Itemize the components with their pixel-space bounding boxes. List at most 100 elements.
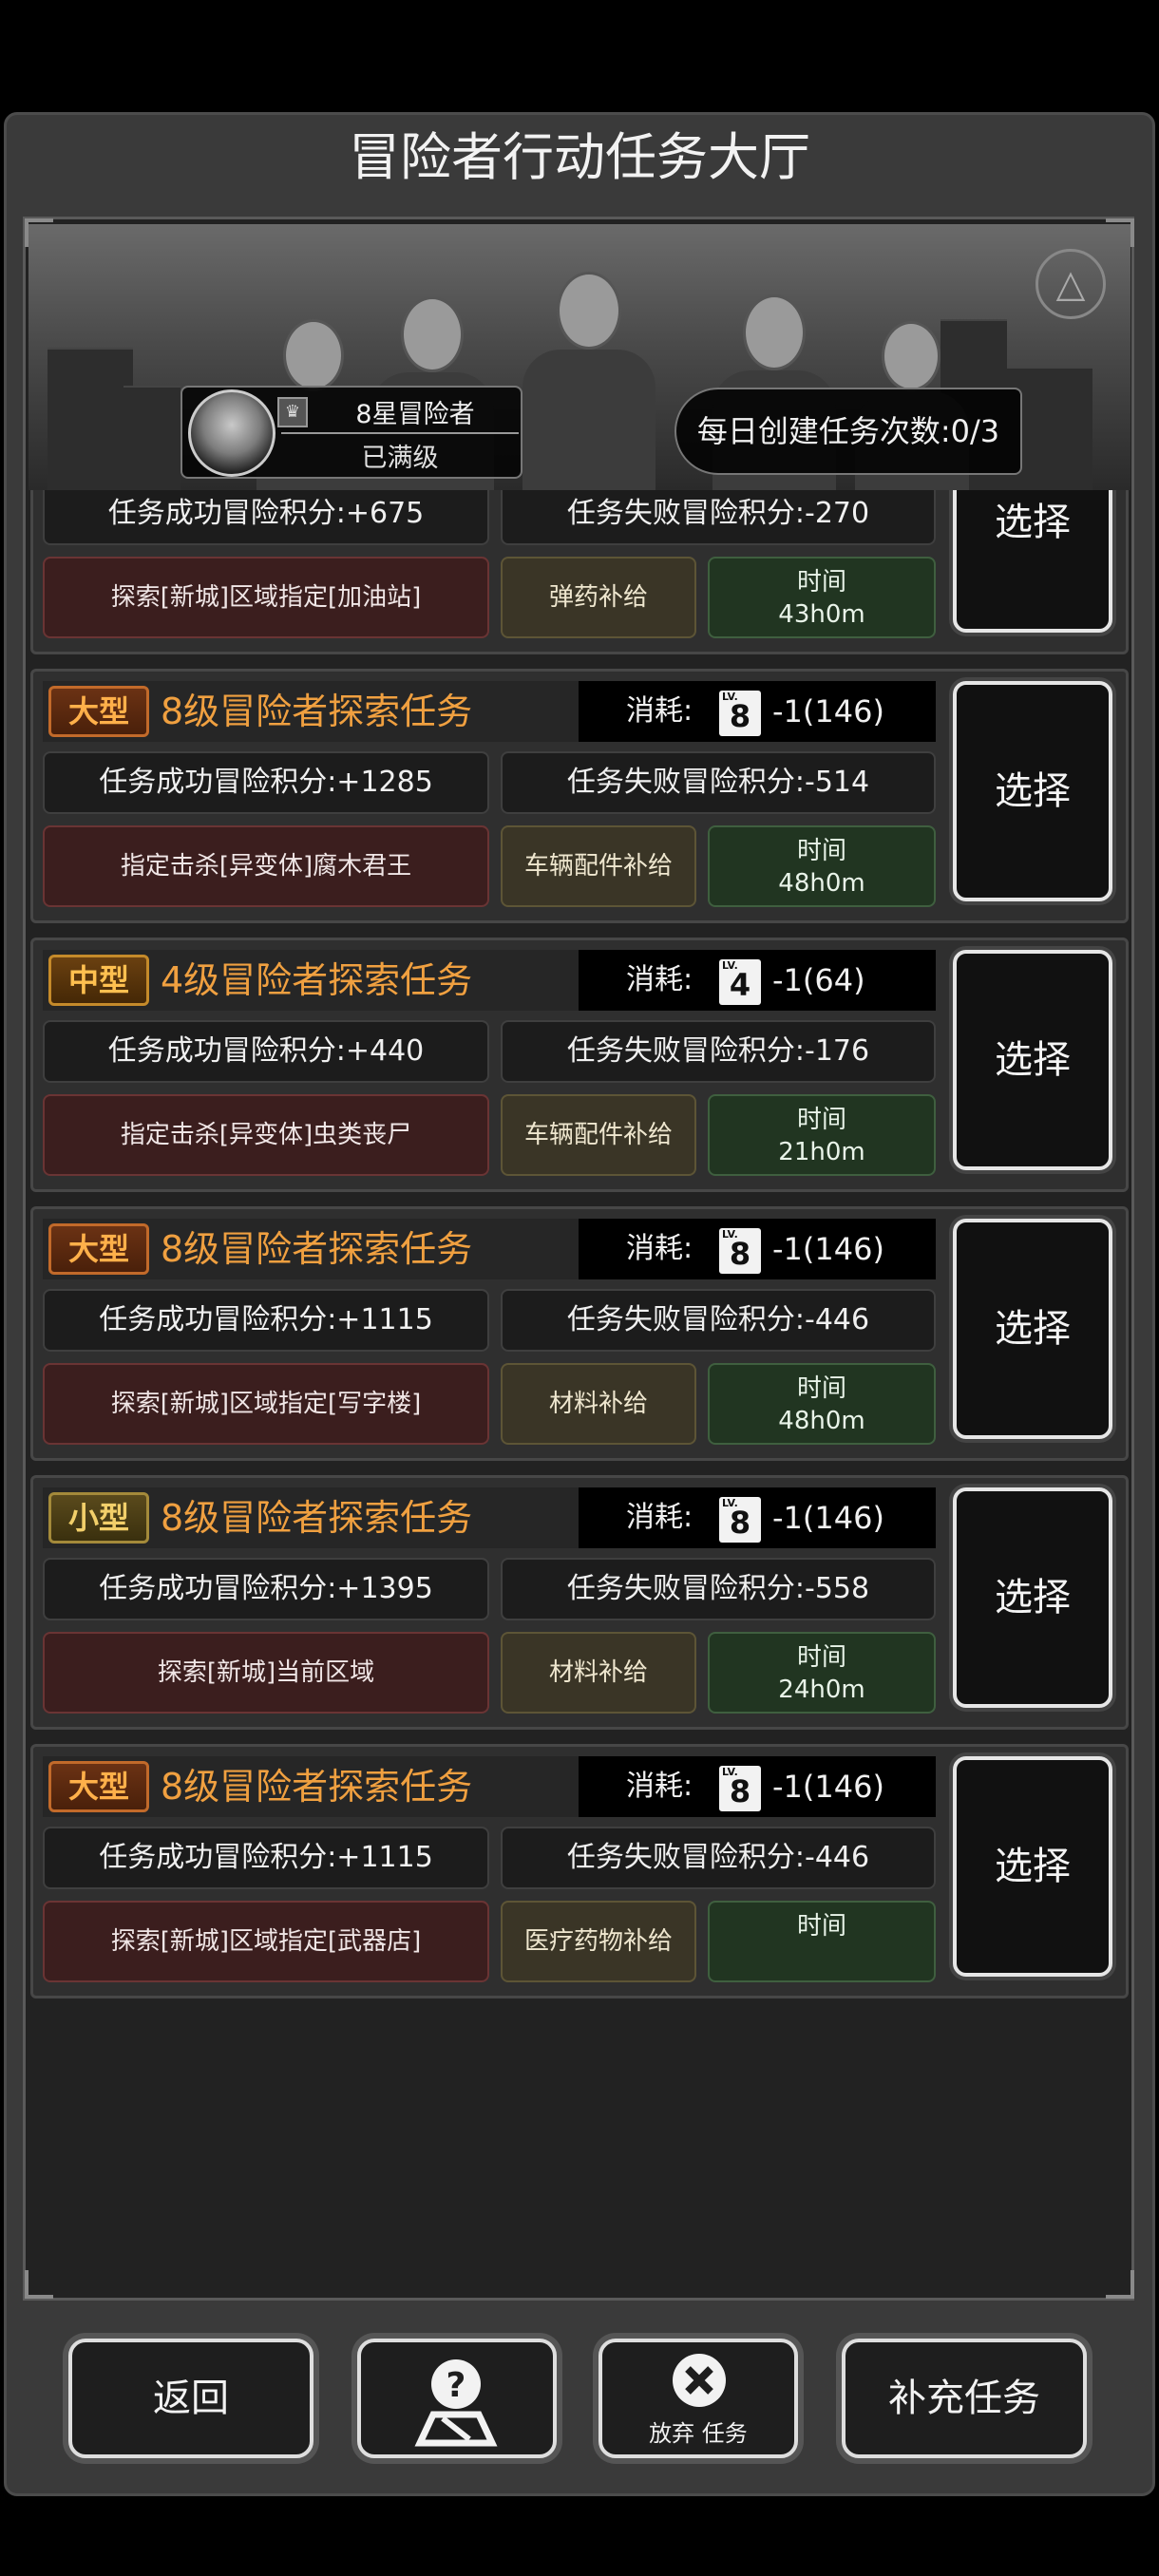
page-title: 冒险者行动任务大厅 (349, 127, 810, 187)
cost-label: 消耗: (626, 963, 694, 996)
svg-text:?: ? (446, 2366, 466, 2405)
task-description: 探索[新城]区域指定[加油站] (43, 557, 489, 638)
supply-type: 车辆配件补给 (501, 825, 696, 907)
task-duration: 时间 24h0m (708, 1632, 936, 1714)
task-description: 指定击杀[异变体]虫类丧尸 (43, 1094, 489, 1176)
task-name: 8级冒险者探索任务 (161, 1766, 473, 1808)
task-size-badge: 大型 (48, 1761, 149, 1812)
task-name: 8级冒险者探索任务 (161, 1228, 473, 1270)
task-header: 大型 8级冒险者探索任务 消耗: LV. 8 -1(146) (43, 1756, 936, 1817)
abandon-task-label: 放弃 任务 (649, 2420, 748, 2447)
task-description: 指定击杀[异变体]腐木君王 (43, 825, 489, 907)
select-task-button[interactable]: 选择 (953, 1487, 1112, 1708)
cost-label: 消耗: (626, 694, 694, 728)
task-header: 大型 8级冒险者探索任务 消耗: LV. 8 -1(146) (43, 1219, 936, 1279)
success-points: 任务成功冒险积分:+1115 (43, 1827, 489, 1889)
fail-points: 任务失败冒险积分:-446 (501, 1289, 936, 1352)
replenish-tasks-label: 补充任务 (888, 2377, 1040, 2420)
task-duration: 时间 43h0m (708, 557, 936, 638)
replenish-tasks-button[interactable]: 补充任务 (842, 2339, 1087, 2458)
cost-value: -1(146) (772, 1500, 884, 1536)
back-button-label: 返回 (153, 2377, 229, 2420)
fail-points: 任务失败冒险积分:-558 (501, 1558, 936, 1620)
supply-type: 弹药补给 (501, 557, 696, 638)
success-points: 任务成功冒险积分:+1115 (43, 1289, 489, 1352)
task-duration: 时间 (708, 1901, 936, 1982)
cost-label: 消耗: (626, 1770, 694, 1803)
level-card-icon: LV. 8 (719, 1766, 761, 1811)
frame-corner (1106, 2270, 1134, 2299)
time-label: 时间 (796, 837, 846, 865)
task-header: 小型 8级冒险者探索任务 消耗: LV. 8 -1(146) (43, 1487, 936, 1548)
supply-type: 材料补给 (501, 1363, 696, 1445)
task-description: 探索[新城]区域指定[武器店] (43, 1901, 489, 1982)
cost-label: 消耗: (626, 1232, 694, 1265)
supply-type: 医疗药物补给 (501, 1901, 696, 1982)
task-card: 大型 8级冒险者探索任务 消耗: LV. 8 -1(146) 任务成功冒险积分:+1285 任… (30, 669, 1129, 923)
task-size-badge: 中型 (48, 955, 149, 1006)
fail-points: 任务失败冒险积分:-176 (501, 1020, 936, 1083)
level-card-icon: LV. 4 (719, 959, 761, 1005)
task-name: 8级冒险者探索任务 (161, 691, 473, 732)
task-duration: 时间 21h0m (708, 1094, 936, 1176)
header-banner: △ ♛ 8星冒险者 已满级 每日创建任务次数:0/3 (28, 224, 1130, 490)
back-button[interactable]: 返回 (68, 2339, 314, 2458)
task-size-badge: 小型 (48, 1492, 149, 1544)
time-value: 48h0m (778, 869, 865, 898)
x-circle-icon (673, 2354, 726, 2407)
fail-points: 任务失败冒险积分:-446 (501, 1827, 936, 1889)
time-value: 43h0m (778, 600, 865, 629)
task-duration: 时间 48h0m (708, 1363, 936, 1445)
level-card-icon: LV. 8 (719, 1228, 761, 1274)
task-header: 中型 4级冒险者探索任务 消耗: LV. 4 -1(64) (43, 950, 936, 1011)
success-points: 任务成功冒险积分:+675 (43, 483, 489, 545)
triangle-sigil-icon: △ (1036, 249, 1106, 319)
daily-task-quota: 每日创建任务次数:0/3 (674, 388, 1022, 475)
player-rank: 8星冒险者 (355, 400, 475, 429)
select-task-button[interactable]: 选择 (953, 1756, 1112, 1977)
supply-type: 车辆配件补给 (501, 1094, 696, 1176)
time-label: 时间 (796, 1374, 846, 1403)
player-avatar[interactable] (188, 389, 276, 477)
supply-type: 材料补给 (501, 1632, 696, 1714)
success-points: 任务成功冒险积分:+1285 (43, 751, 489, 814)
task-description: 探索[新城]区域指定[写字楼] (43, 1363, 489, 1445)
task-duration: 时间 48h0m (708, 825, 936, 907)
task-description: 探索[新城]当前区域 (43, 1632, 489, 1714)
cost-value: -1(146) (772, 693, 884, 729)
question-map-icon: ? (414, 2359, 498, 2447)
fail-points: 任务失败冒险积分:-270 (501, 483, 936, 545)
cost-value: -1(146) (772, 1231, 884, 1267)
task-size-badge: 大型 (48, 1223, 149, 1275)
task-header: 大型 8级冒险者探索任务 消耗: LV. 8 -1(146) (43, 681, 936, 742)
task-card: 大型 8级冒险者探索任务 消耗: LV. 8 -1(146) 任务成功冒险积分:+1115 任… (30, 1744, 1129, 1998)
task-name: 8级冒险者探索任务 (161, 1497, 473, 1539)
help-button[interactable]: ? (357, 2339, 557, 2458)
time-label: 时间 (796, 1643, 846, 1672)
select-task-button[interactable]: 选择 (953, 1219, 1112, 1439)
fail-points: 任务失败冒险积分:-514 (501, 751, 936, 814)
select-task-button[interactable]: 选择 (953, 681, 1112, 901)
banner-building (48, 348, 133, 490)
banner-building (124, 386, 180, 490)
time-value: 21h0m (778, 1138, 865, 1166)
time-label: 时间 (796, 568, 846, 597)
banner-character (522, 253, 656, 490)
select-task-button[interactable]: 选择 (953, 950, 1112, 1170)
task-size-badge: 大型 (48, 686, 149, 737)
level-card-icon: LV. 8 (719, 691, 761, 736)
divider (281, 432, 519, 434)
task-card: 中型 4级冒险者探索任务 消耗: LV. 4 -1(64) 任务成功冒险积分:+440 任务失… (30, 938, 1129, 1192)
task-list[interactable]: 小型8级冒险者探索任务消耗:LV.8-1(146)任务成功冒险积分:+1395任… (28, 224, 1130, 2272)
cost-label: 消耗: (626, 1501, 694, 1534)
time-label: 时间 (796, 1912, 846, 1941)
abandon-task-button[interactable]: 放弃 任务 (598, 2339, 798, 2458)
player-profile[interactable]: ♛ 8星冒险者 已满级 (180, 386, 522, 479)
cost-value: -1(146) (772, 1769, 884, 1805)
task-card: 大型 8级冒险者探索任务 消耗: LV. 8 -1(146) 任务成功冒险积分:+1115 任… (30, 1206, 1129, 1461)
time-value: 48h0m (778, 1407, 865, 1435)
success-points: 任务成功冒险积分:+1395 (43, 1558, 489, 1620)
cost-value: -1(64) (772, 962, 865, 998)
task-card: 小型 8级冒险者探索任务 消耗: LV.8 -1(146) 任务成功冒险积分:+1395任… (30, 1475, 1129, 1730)
level-card-icon: LV. 8 (719, 1497, 761, 1543)
